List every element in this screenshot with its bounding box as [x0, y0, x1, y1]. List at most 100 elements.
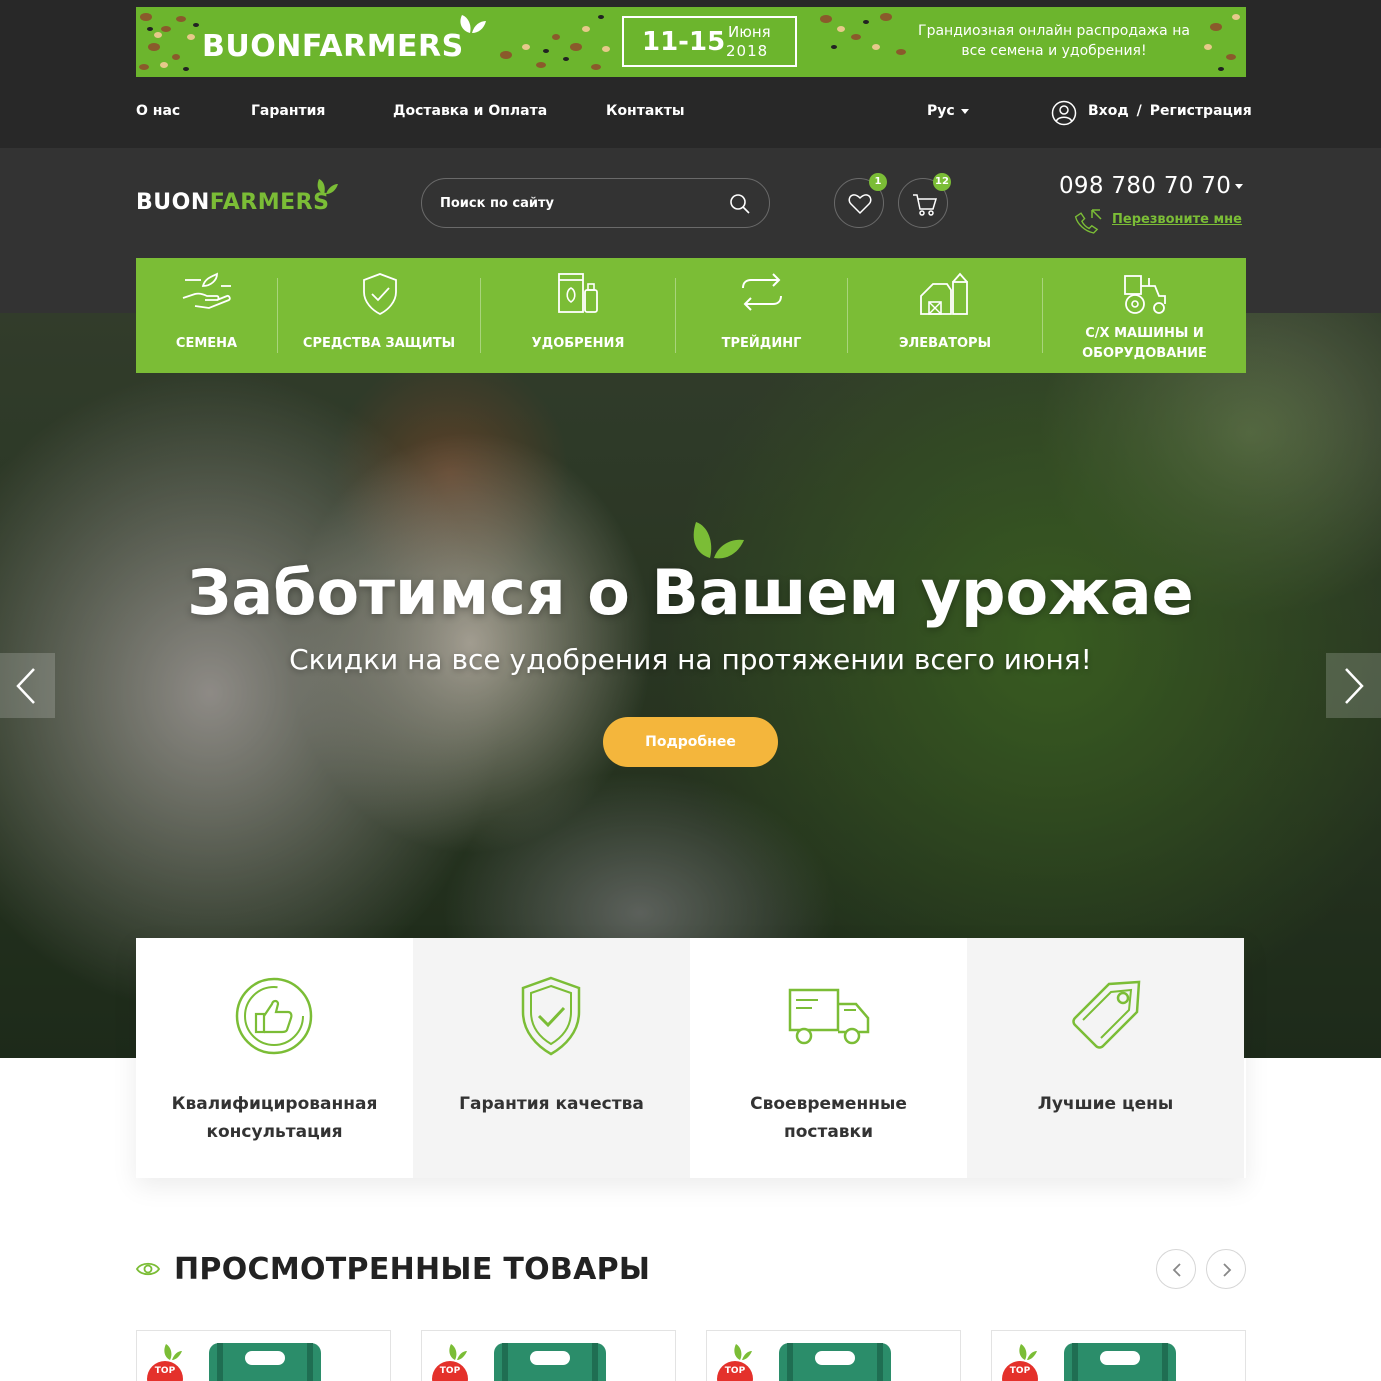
bag-handle [245, 1351, 285, 1365]
feature-prices: Лучшие цены [967, 938, 1244, 1178]
banner-text: Грандиозная онлайн распродажа на все сем… [918, 23, 1190, 59]
top-badge: TOP [1002, 1361, 1038, 1381]
leaf-icon [449, 1344, 467, 1360]
chevron-down-icon [1235, 184, 1244, 189]
product-card[interactable]: TOP [706, 1330, 961, 1381]
search-box [421, 178, 770, 228]
cart-icon [913, 194, 938, 216]
feature-label: Своевременные поставки [750, 1094, 907, 1142]
feature-consultation: Квалифицированная консультация [136, 938, 413, 1178]
feature-label: Квалифицированная консультация [171, 1094, 378, 1142]
promo-banner[interactable]: BUONFARMERS 11-15 Июня 2018 Грандиозная … [136, 7, 1246, 77]
wishlist-button[interactable]: 1 [834, 173, 887, 228]
features-panel: Квалифицированная консультация Гарантия … [136, 938, 1246, 1178]
site-logo[interactable]: BUONFARMERS [136, 190, 329, 215]
leaf-icon [317, 179, 338, 194]
sale-dates: 11-15 Июня 2018 [622, 16, 797, 67]
hero-subtitle: Скидки на все удобрения на протяжении вс… [289, 643, 1092, 676]
product-card[interactable]: TOP [991, 1330, 1246, 1381]
leaf-icon [734, 1344, 752, 1360]
fertilizer-icon [558, 273, 598, 313]
heart-icon [848, 194, 872, 215]
top-badge: TOP [717, 1361, 753, 1381]
register-link[interactable]: Регистрация [1150, 103, 1252, 119]
bag-handle [530, 1351, 570, 1365]
viewed-next-button[interactable] [1206, 1249, 1246, 1289]
language-select[interactable]: Рус [927, 103, 969, 119]
cart-button[interactable]: 12 [898, 173, 951, 228]
category-label: ТРЕЙДИНГ [721, 336, 802, 351]
sale-year: 2018 [726, 42, 769, 60]
eye-icon [136, 1262, 160, 1276]
slider-next-button[interactable] [1326, 653, 1381, 718]
product-image [1064, 1343, 1176, 1381]
viewed-prev-button[interactable] [1156, 1249, 1196, 1289]
login-link[interactable]: Вход [1088, 103, 1129, 119]
seeds-decoration [820, 13, 906, 55]
bag-stripe [307, 1343, 313, 1381]
auth-separator: / [1136, 103, 1142, 119]
bag-stripe [217, 1343, 223, 1381]
bag-stripe [1072, 1343, 1078, 1381]
tractor-icon [1124, 275, 1166, 314]
search-icon[interactable] [729, 193, 751, 215]
nav-guarantee[interactable]: Гарантия [251, 103, 325, 119]
user-icon[interactable] [1051, 100, 1077, 126]
top-badge: TOP [432, 1361, 468, 1381]
auth-links: Вход / Регистрация [1088, 103, 1252, 119]
sale-days: 11-15 [642, 27, 726, 57]
nav-about[interactable]: О нас [136, 103, 180, 119]
product-card[interactable]: TOP [136, 1330, 391, 1381]
exchange-arrows-icon [742, 273, 782, 311]
category-machinery[interactable]: С/Х МАШИНЫ И ОБОРУДОВАНИЕ [1043, 258, 1246, 373]
category-trading[interactable]: ТРЕЙДИНГ [676, 258, 847, 373]
hero-more-button[interactable]: Подробнее [603, 717, 778, 767]
language-label: Рус [927, 103, 955, 119]
bag-stripe [877, 1343, 883, 1381]
nav-contacts[interactable]: Контакты [606, 103, 685, 119]
top-badge: TOP [147, 1361, 183, 1381]
slider-prev-button[interactable] [0, 653, 55, 718]
bag-handle [815, 1351, 855, 1365]
chevron-right-icon [1223, 1263, 1232, 1277]
category-protection[interactable]: СРЕДСТВА ЗАЩИТЫ [278, 258, 480, 373]
category-label: С/Х МАШИНЫ И ОБОРУДОВАНИЕ [1082, 326, 1207, 361]
banner-brand: BUONFARMERS [202, 29, 464, 64]
product-card[interactable]: TOP [421, 1330, 676, 1381]
chevron-down-icon [960, 108, 969, 114]
bag-stripe [787, 1343, 793, 1381]
leaf-icon [164, 1344, 182, 1360]
category-label: УДОБРЕНИЯ [531, 336, 625, 351]
category-label: СЕМЕНА [175, 336, 238, 351]
product-image [494, 1343, 606, 1381]
chevron-left-icon [1172, 1263, 1181, 1277]
category-seeds[interactable]: СЕМЕНА [136, 258, 277, 373]
hero-title: Заботимся о Вашем урожае [187, 556, 1194, 629]
bag-stripe [592, 1343, 598, 1381]
chevron-right-icon [1345, 668, 1364, 704]
leaf-icon [460, 15, 486, 33]
thumbs-up-icon [235, 977, 313, 1055]
feature-label: Лучшие цены [1037, 1094, 1174, 1114]
truck-icon [788, 988, 870, 1045]
category-bar: СЕМЕНА СРЕДСТВА ЗАЩИТЫ УДОБРЕНИЯ ТРЕЙДИН… [136, 258, 1246, 373]
elevator-icon [920, 272, 968, 315]
phone-number[interactable]: 098 780 70 70 [1059, 173, 1244, 199]
viewed-products-title: ПРОСМОТРЕННЫЕ ТОВАРЫ [174, 1252, 651, 1287]
product-image [209, 1343, 321, 1381]
shield-check-icon [363, 273, 397, 316]
cart-count: 12 [933, 173, 951, 191]
price-tag-icon [1072, 980, 1141, 1049]
search-input[interactable] [440, 192, 720, 214]
category-fertilizers[interactable]: УДОБРЕНИЯ [481, 258, 675, 373]
wishlist-count: 1 [869, 173, 887, 191]
callback-link[interactable]: Перезвоните мне [1112, 212, 1242, 227]
nav-delivery-payment[interactable]: Доставка и Оплата [393, 103, 547, 119]
category-label: ЭЛЕВАТОРЫ [898, 336, 992, 351]
category-elevators[interactable]: ЭЛЕВАТОРЫ [848, 258, 1042, 373]
seeds-decoration [500, 15, 610, 70]
shield-check-icon [521, 976, 581, 1056]
logo-part-green: FARMERS [209, 190, 330, 215]
bag-handle [1100, 1351, 1140, 1365]
feature-label: Гарантия качества [459, 1094, 644, 1114]
